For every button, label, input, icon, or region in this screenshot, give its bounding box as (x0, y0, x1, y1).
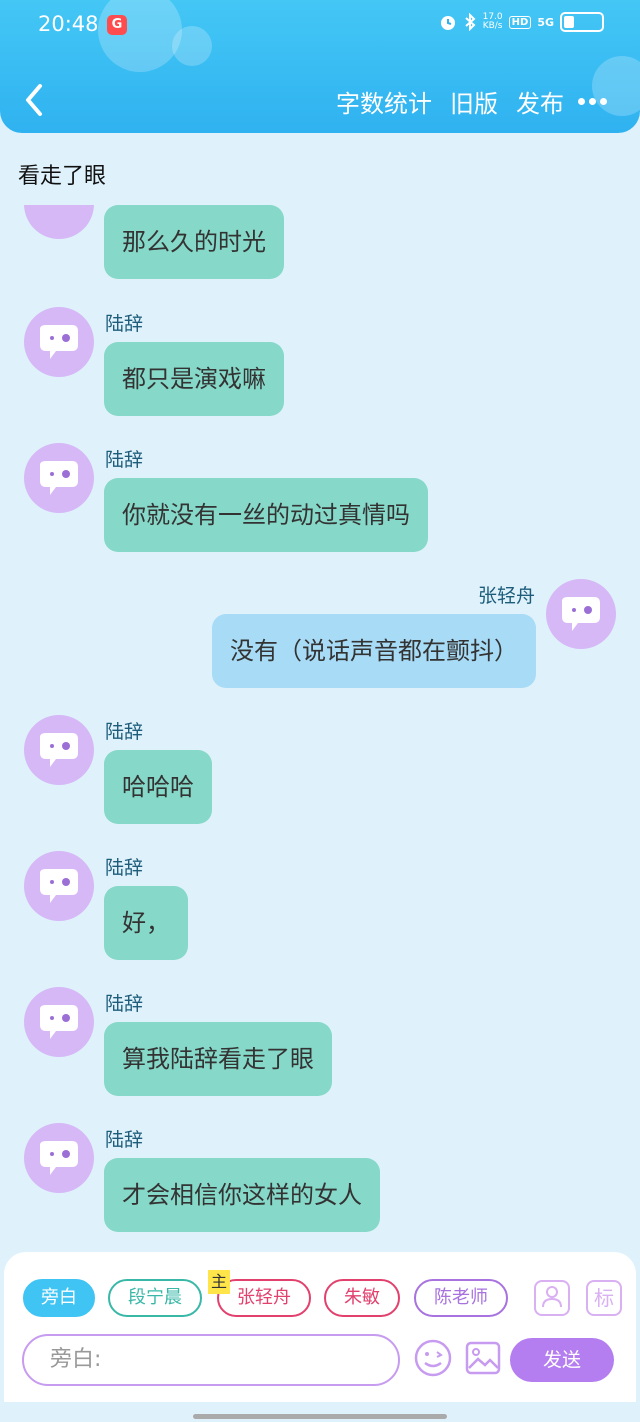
decor-bubble (98, 0, 182, 72)
mark-button[interactable]: 标 (586, 1280, 622, 1316)
message-bubble[interactable]: 哈哈哈 (104, 750, 212, 824)
chat-message: 陆辞 好， (0, 851, 640, 971)
status-time: 20:48 (38, 12, 99, 36)
message-bubble[interactable]: 才会相信你这样的女人 (104, 1158, 380, 1232)
chevron-left-icon (26, 84, 42, 116)
smiley-icon (414, 1339, 452, 1377)
sender-name: 陆辞 (105, 449, 144, 471)
chat-message: 那么久的时光 (0, 205, 640, 285)
message-input[interactable]: 旁白: (22, 1334, 400, 1386)
message-bubble[interactable]: 你就没有一丝的动过真情吗 (104, 478, 428, 552)
role-chip-narrator[interactable]: 旁白 (23, 1279, 95, 1317)
avatar[interactable] (24, 1123, 94, 1193)
decor-bubble (172, 26, 212, 66)
avatar[interactable] (24, 205, 94, 239)
ghost-face-icon (40, 733, 78, 767)
role-chip-zhang-qingzhou[interactable]: 张轻舟 (217, 1279, 311, 1317)
chat-message: 陆辞 哈哈哈 (0, 715, 640, 835)
message-bubble[interactable]: 那么久的时光 (104, 205, 284, 279)
send-button[interactable]: 发送 (510, 1338, 614, 1382)
avatar[interactable] (24, 715, 94, 785)
battery-icon (560, 12, 604, 32)
bluetooth-icon (464, 13, 476, 31)
story-title: 看走了眼 (18, 164, 107, 189)
home-indicator[interactable] (193, 1414, 447, 1419)
sender-name: 陆辞 (105, 313, 144, 335)
avatar[interactable] (24, 851, 94, 921)
message-bubble[interactable]: 没有（说话声音都在颤抖） (212, 614, 536, 688)
net-speed: 17.0 KB/s (482, 12, 503, 31)
top-app-bar: 20:48 G 17.0 KB/s HD 5G 字数统计 旧版 发布 (0, 0, 640, 133)
header-actions: 字数统计 旧版 发布 (336, 84, 564, 119)
word-count-button[interactable]: 字数统计 (336, 84, 432, 119)
avatar[interactable] (24, 307, 94, 377)
role-chip-duan-ningchen[interactable]: 段宁晨 (108, 1279, 202, 1317)
hd-badge: HD (508, 15, 532, 29)
message-bubble[interactable]: 都只是演戏嘛 (104, 342, 284, 416)
ghost-face-icon (562, 597, 600, 631)
notification-app-icon: G (107, 15, 127, 35)
sender-name: 陆辞 (105, 721, 144, 743)
ghost-face-icon (40, 1141, 78, 1175)
ghost-face-icon (40, 325, 78, 359)
chat-message: 陆辞 都只是演戏嘛 (0, 307, 640, 427)
sender-name: 张轻舟 (477, 585, 535, 607)
chat-message: 陆辞 才会相信你这样的女人 (0, 1123, 640, 1243)
message-bubble[interactable]: 好， (104, 886, 188, 960)
message-bubble[interactable]: 算我陆辞看走了眼 (104, 1022, 332, 1096)
chat-list[interactable]: 那么久的时光 陆辞 都只是演戏嘛 陆辞 你就没有一丝的动过真情吗 张轻舟 没有（… (0, 205, 640, 1245)
composer-panel: 旁白 段宁晨 张轻舟 主 朱敏 陈老师 标 旁白: 发送 (4, 1252, 636, 1402)
sender-name: 陆辞 (105, 1129, 144, 1151)
old-version-button[interactable]: 旧版 (450, 84, 498, 119)
signal-icon: 5G (537, 15, 554, 29)
main-role-badge: 主 (208, 1270, 230, 1294)
ghost-face-icon (40, 869, 78, 903)
person-icon (542, 1286, 562, 1308)
sender-name: 陆辞 (105, 857, 144, 879)
sender-name: 陆辞 (105, 993, 144, 1015)
role-manage-button[interactable] (534, 1280, 570, 1316)
chat-message: 张轻舟 没有（说话声音都在颤抖） (0, 579, 640, 699)
more-menu-button[interactable] (578, 90, 614, 110)
chat-message: 陆辞 你就没有一丝的动过真情吗 (0, 443, 640, 563)
role-chip-teacher-chen[interactable]: 陈老师 (414, 1279, 508, 1317)
status-icons: 17.0 KB/s HD 5G (439, 12, 604, 32)
publish-button[interactable]: 发布 (516, 84, 564, 119)
alarm-icon (440, 16, 455, 30)
ghost-face-icon (40, 1005, 78, 1039)
image-icon (465, 1341, 501, 1375)
ghost-face-icon (40, 461, 78, 495)
back-button[interactable] (20, 80, 50, 120)
avatar[interactable] (24, 443, 94, 513)
emoji-button[interactable] (413, 1338, 453, 1378)
avatar[interactable] (24, 987, 94, 1057)
avatar[interactable] (546, 579, 616, 649)
chat-message: 陆辞 算我陆辞看走了眼 (0, 987, 640, 1107)
role-chip-zhu-min[interactable]: 朱敏 (324, 1279, 400, 1317)
image-button[interactable] (463, 1338, 503, 1378)
